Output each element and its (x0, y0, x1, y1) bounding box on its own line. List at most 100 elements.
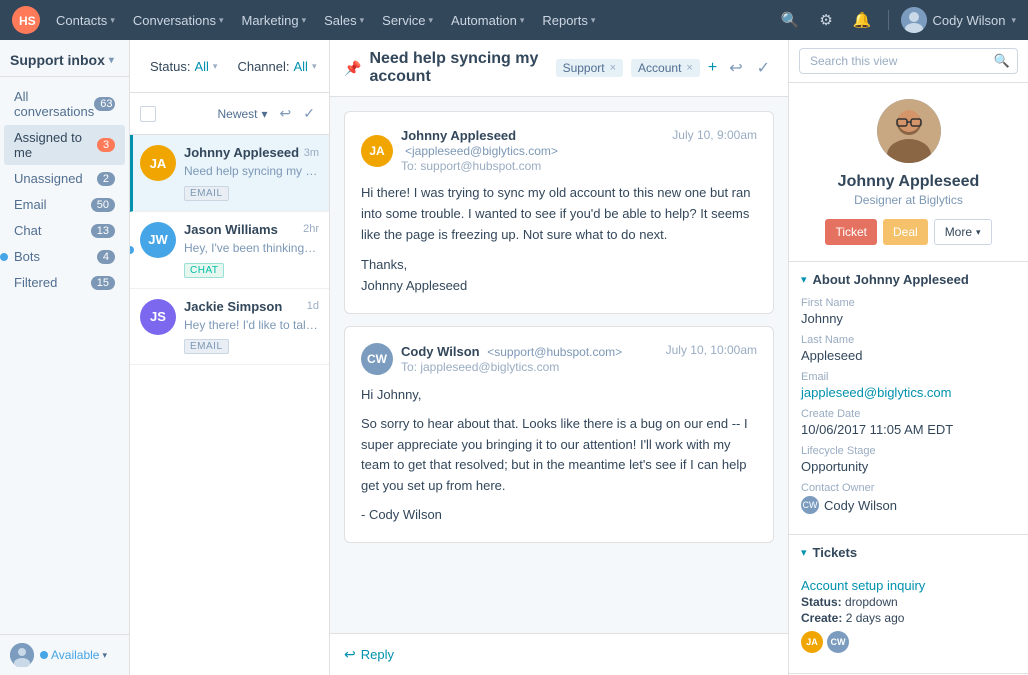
svg-text:HS: HS (19, 14, 36, 28)
select-all-checkbox[interactable] (140, 106, 156, 122)
reply-all-button[interactable]: ↩ (276, 101, 296, 126)
last-name-field: Last name Appleseed (801, 334, 1016, 363)
nav-service[interactable]: Service ▾ (374, 9, 441, 32)
message-header: JA Johnny Appleseed <jappleseed@biglytic… (361, 128, 757, 173)
sender-name-line: Cody Wilson <support@hubspot.com> (401, 344, 622, 359)
first-name-field: First name Johnny (801, 297, 1016, 326)
tag-account: Account × (631, 59, 700, 77)
channel-filter[interactable]: Channel: All ▾ (231, 56, 322, 77)
message-block: JA Johnny Appleseed <jappleseed@biglytic… (344, 111, 774, 314)
sidebar-footer[interactable]: Available ▾ (0, 634, 129, 675)
tickets-section-chevron: ▾ (801, 546, 807, 559)
sidebar: Support inbox ▾ All conversations 63 Ass… (0, 40, 130, 675)
contact-actions: Ticket Deal More ▾ (801, 219, 1016, 245)
nav-automation[interactable]: Automation ▾ (443, 9, 532, 32)
chevron-down-icon: ▾ (302, 15, 307, 26)
about-section-header[interactable]: ▾ About Johnny Appleseed (789, 262, 1028, 297)
chevron-down-icon: ▾ (429, 15, 434, 26)
conv-action-buttons: ↩ ✓ (276, 101, 319, 126)
right-panel: 🔍 Johnny Appleseed Designer at Biglytics (788, 40, 1028, 675)
nav-marketing[interactable]: Marketing ▾ (233, 9, 314, 32)
message-sender: JA Johnny Appleseed <jappleseed@biglytic… (361, 128, 672, 173)
check-resolve-button[interactable]: ✓ (753, 54, 774, 82)
conversation-detail: 📌 Need help syncing my account Support ×… (330, 40, 788, 675)
sidebar-header: Support inbox ▾ (0, 40, 129, 77)
pin-icon[interactable]: 📌 (344, 60, 361, 77)
sidebar-item-filtered[interactable]: Filtered 15 (4, 270, 125, 295)
user-menu-chevron: ▾ (1011, 15, 1016, 26)
sender-info: Johnny Appleseed <jappleseed@biglytics.c… (401, 128, 672, 173)
conv-detail-header: 📌 Need help syncing my account Support ×… (330, 40, 788, 97)
nav-right: 🔍 ⚙ 🔔 Cody Wilson ▾ (777, 7, 1016, 33)
conv-list-header: Newest ▾ ↩ ✓ (130, 93, 329, 135)
reply-icon: ↩ (344, 646, 356, 663)
conv-item-header: Jackie Simpson 1d (184, 299, 319, 314)
ticket-avatars: JA CW (801, 631, 1016, 653)
status-filter[interactable]: Status: All ▾ (144, 56, 223, 77)
reply-button[interactable]: ↩ Reply (344, 646, 774, 663)
tickets-section: ▾ Tickets Account setup inquiry Status: … (789, 535, 1028, 674)
check-button[interactable]: ✓ (299, 101, 319, 126)
sidebar-title-chevron: ▾ (109, 55, 114, 66)
create-deal-button[interactable]: Deal (883, 219, 928, 245)
conv-item-content: Jason Williams 2hr Hey, I've been thinki… (184, 222, 319, 278)
tickets-section-header[interactable]: ▾ Tickets (789, 535, 1028, 570)
filter-bar: Status: All ▾ Channel: All ▾ Assignee: C… (130, 40, 329, 93)
sidebar-item-assigned[interactable]: Assigned to me 3 (4, 125, 125, 165)
sidebar-items: All conversations 63 Assigned to me 3 Un… (0, 77, 129, 634)
user-avatar (901, 7, 927, 33)
channel-filter-chevron: ▾ (312, 61, 317, 72)
reply-area: ↩ Reply (330, 633, 788, 675)
current-user-avatar (10, 643, 34, 667)
hubspot-logo[interactable]: HS (12, 6, 40, 34)
about-section-chevron: ▾ (801, 273, 807, 286)
conversation-item[interactable]: JA Johnny Appleseed 3m Need help syncing… (130, 135, 329, 212)
nav-reports[interactable]: Reports ▾ (534, 9, 603, 32)
remove-support-tag[interactable]: × (610, 62, 616, 74)
conv-avatar: JW (140, 222, 176, 258)
sidebar-item-chat[interactable]: Chat 13 (4, 218, 125, 243)
conv-item-content: Johnny Appleseed 3m Need help syncing my… (184, 145, 319, 201)
top-navigation: HS Contacts ▾ Conversations ▾ Marketing … (0, 0, 1028, 40)
more-actions-button[interactable]: More ▾ (934, 219, 992, 245)
message-body: Hi Johnny, So sorry to hear about that. … (361, 385, 757, 526)
nav-conversations[interactable]: Conversations ▾ (125, 9, 232, 32)
sort-button[interactable]: Newest ▾ (217, 107, 267, 121)
notifications-icon[interactable]: 🔔 (849, 7, 876, 33)
conv-item-body: JS Jackie Simpson 1d Hey there! I'd like… (140, 299, 319, 355)
sidebar-title[interactable]: Support inbox ▾ (10, 52, 119, 68)
chevron-down-icon: ▾ (110, 15, 115, 26)
sidebar-item-unassigned[interactable]: Unassigned 2 (4, 166, 125, 191)
availability-status[interactable]: Available ▾ (40, 648, 107, 662)
lifecycle-field: Lifecycle stage Opportunity (801, 445, 1016, 474)
sender-avatar: JA (361, 135, 393, 167)
nav-user[interactable]: Cody Wilson ▾ (901, 7, 1017, 33)
conversation-item[interactable]: JS Jackie Simpson 1d Hey there! I'd like… (130, 289, 329, 366)
add-tag-button[interactable]: + (708, 59, 717, 77)
chevron-down-icon: ▾ (520, 15, 525, 26)
search-input[interactable] (799, 48, 1018, 74)
sidebar-item-email[interactable]: Email 50 (4, 192, 125, 217)
nav-sales[interactable]: Sales ▾ (316, 9, 372, 32)
tickets-content: Account setup inquiry Status: dropdown C… (789, 570, 1028, 673)
conv-item-content: Jackie Simpson 1d Hey there! I'd like to… (184, 299, 319, 355)
create-ticket-button[interactable]: Ticket (825, 219, 877, 245)
message-block: CW Cody Wilson <support@hubspot.com> To:… (344, 326, 774, 543)
sidebar-item-bots[interactable]: Bots 4 (4, 244, 125, 269)
sender-name-line: Johnny Appleseed <jappleseed@biglytics.c… (401, 128, 672, 158)
conversation-item[interactable]: JW Jason Williams 2hr Hey, I've been thi… (130, 212, 329, 289)
email-field: Email jappleseed@biglytics.com (801, 371, 1016, 400)
search-icon[interactable]: 🔍 (777, 7, 804, 33)
owner-avatar: CW (801, 496, 819, 514)
conversation-items: JA Johnny Appleseed 3m Need help syncing… (130, 135, 329, 675)
sidebar-item-all[interactable]: All conversations 63 (4, 84, 125, 124)
remove-account-tag[interactable]: × (686, 62, 692, 74)
contact-profile: Johnny Appleseed Designer at Biglytics T… (789, 83, 1028, 262)
settings-icon[interactable]: ⚙ (815, 7, 836, 33)
sort-chevron: ▾ (262, 107, 268, 121)
conv-actions: ↩ ✓ (725, 54, 774, 82)
nav-contacts[interactable]: Contacts ▾ (48, 9, 123, 32)
search-area: 🔍 (789, 40, 1028, 83)
reply-button[interactable]: ↩ (725, 54, 746, 82)
ticket-avatar-1: JA (801, 631, 823, 653)
